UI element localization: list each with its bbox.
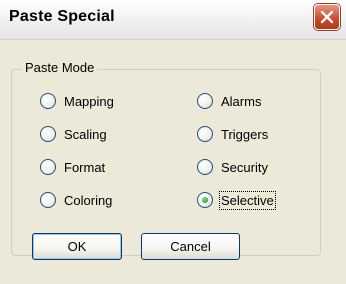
radio-scaling[interactable]: Scaling	[40, 124, 107, 144]
radio-triggers[interactable]: Triggers	[197, 124, 268, 144]
paste-special-dialog: Paste Special Paste Mode Mapping Scaling…	[0, 0, 346, 284]
radio-scaling-label: Scaling	[64, 126, 107, 142]
radio-coloring[interactable]: Coloring	[40, 190, 112, 210]
radio-scaling-circle[interactable]	[40, 126, 56, 142]
radio-format[interactable]: Format	[40, 157, 105, 177]
radio-alarms-label: Alarms	[221, 93, 262, 109]
cancel-button[interactable]: Cancel	[141, 233, 240, 260]
close-icon	[320, 10, 334, 24]
radio-mapping[interactable]: Mapping	[40, 91, 114, 111]
radio-mapping-label: Mapping	[64, 93, 114, 109]
radio-coloring-circle[interactable]	[40, 192, 56, 208]
ok-button[interactable]: OK	[32, 233, 122, 260]
dialog-body: Paste Mode Mapping Scaling Format Colori…	[0, 40, 346, 284]
paste-mode-label: Paste Mode	[22, 60, 98, 75]
radio-alarms-circle[interactable]	[197, 93, 213, 109]
radio-selective-circle[interactable]	[197, 192, 213, 208]
dialog-title: Paste Special	[9, 8, 115, 25]
radio-triggers-label: Triggers	[221, 126, 269, 142]
radio-security[interactable]: Security	[197, 157, 268, 177]
radio-selective[interactable]: Selective	[197, 190, 276, 210]
radio-format-circle[interactable]	[40, 159, 56, 175]
radio-format-label: Format	[64, 159, 106, 175]
radio-triggers-circle[interactable]	[197, 126, 213, 142]
close-button[interactable]	[314, 4, 340, 30]
radio-coloring-label: Coloring	[64, 192, 113, 208]
title-bar: Paste Special	[0, 0, 346, 40]
radio-selective-label: Selective	[219, 190, 276, 210]
radio-security-circle[interactable]	[197, 159, 213, 175]
radio-mapping-circle[interactable]	[40, 93, 56, 109]
radio-security-label: Security	[221, 159, 268, 175]
radio-alarms[interactable]: Alarms	[197, 91, 261, 111]
